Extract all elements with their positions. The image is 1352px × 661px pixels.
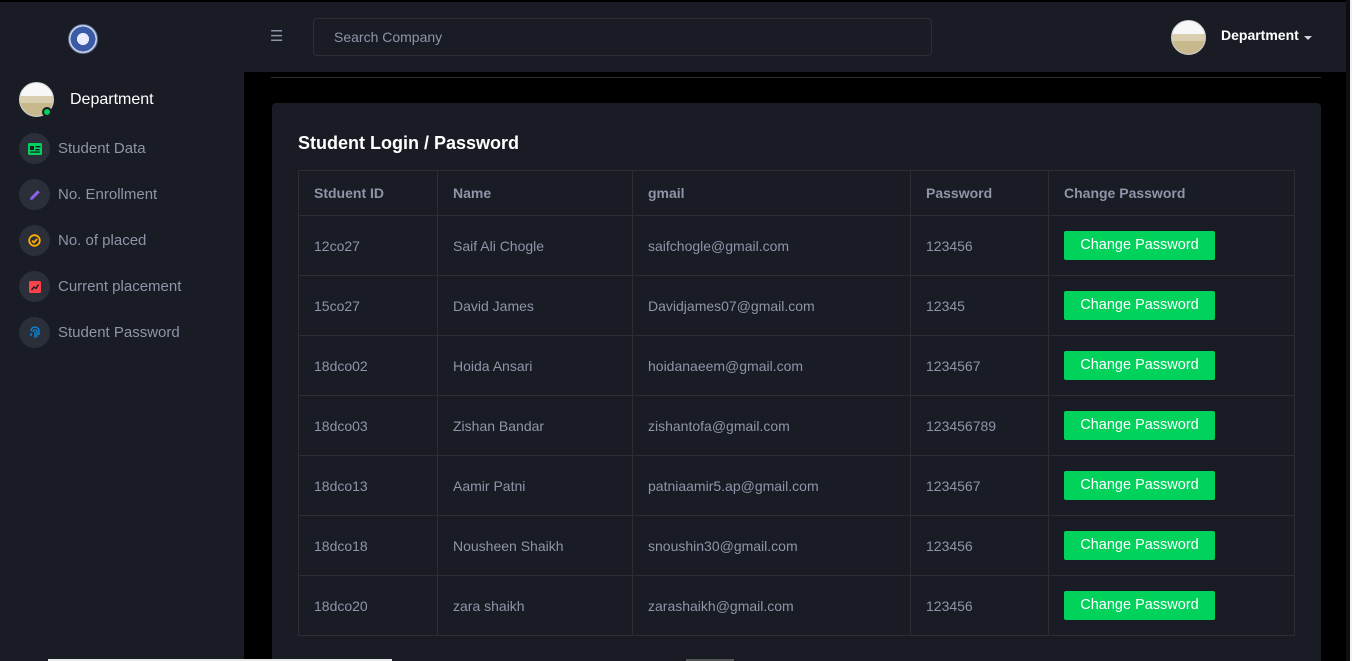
column-header: gmail [632,170,911,216]
password-cell: 12345 [910,275,1049,336]
action-cell: Change Password [1048,395,1295,456]
column-header: Password [910,170,1049,216]
pencil-icon [19,179,50,210]
sidebar-item-student-data[interactable]: Student Data [19,133,239,165]
sidebar-item-label: Student Password [58,324,180,341]
password-cell: 123456 [910,575,1049,636]
password-cell: 123456 [910,215,1049,276]
student-password-card: Student Login / Password Stduent ID Name… [272,103,1321,661]
gmail-cell: snoushin30@gmail.com [632,515,911,576]
card-title: Student Login / Password [298,133,520,153]
online-status-icon [42,107,52,117]
table-row: 18dco13 Aamir Patni patniaamir5.ap@gmail… [298,455,1295,516]
column-header: Name [437,170,633,216]
gmail-cell: zishantofa@gmail.com [632,395,911,456]
gmail-cell: Davidjames07@gmail.com [632,275,911,336]
table-row: 18dco20 zara shaikh zarashaikh@gmail.com… [298,575,1295,636]
gmail-cell: patniaamir5.ap@gmail.com [632,455,911,516]
gmail-cell: zarashaikh@gmail.com [632,575,911,636]
column-header: Change Password [1048,170,1295,216]
password-cell: 123456 [910,515,1049,576]
search-input[interactable] [313,18,932,56]
divider [271,77,1321,78]
sidebar: Department Student Data No. Enrollment N… [0,72,244,661]
action-cell: Change Password [1048,575,1295,636]
sidebar-item-enrollment[interactable]: No. Enrollment [19,179,239,211]
change-password-button[interactable]: Change Password [1064,351,1215,380]
change-password-button[interactable]: Change Password [1064,591,1215,620]
sidebar-item-label: Current placement [58,278,182,295]
name-cell: David James [437,275,633,336]
name-cell: Aamir Patni [437,455,633,516]
sidebar-item-label: Student Data [58,140,146,157]
sidebar-item-student-password[interactable]: Student Password [19,317,239,349]
table-row: 18dco03 Zishan Bandar zishantofa@gmail.c… [298,395,1295,456]
chart-box-icon [19,271,50,302]
student-id-cell: 15co27 [298,275,438,336]
profile-name: Department [70,91,154,108]
student-id-cell: 18dco13 [298,455,438,516]
caret-down-icon[interactable] [1304,36,1312,40]
user-menu-label[interactable]: Department [1221,27,1299,43]
hamburger-icon[interactable]: ☰ [270,28,283,46]
table-row: 12co27 Saif Ali Chogle saifchogle@gmail.… [298,215,1295,276]
table-header-row: Stduent ID Name gmail Password Change Pa… [298,170,1295,216]
top-navbar: ☰ Department [0,2,1352,72]
password-cell: 1234567 [910,455,1049,516]
student-id-cell: 18dco03 [298,395,438,456]
name-cell: Zishan Bandar [437,395,633,456]
table-row: 18dco18 Nousheen Shaikh snoushin30@gmail… [298,515,1295,576]
change-password-button[interactable]: Change Password [1064,471,1215,500]
check-circle-icon [19,225,50,256]
table-row: 15co27 David James Davidjames07@gmail.co… [298,275,1295,336]
action-cell: Change Password [1048,275,1295,336]
id-card-icon [19,133,50,164]
student-table: Stduent ID Name gmail Password Change Pa… [298,170,1295,636]
change-password-button[interactable]: Change Password [1064,291,1215,320]
change-password-button[interactable]: Change Password [1064,231,1215,260]
action-cell: Change Password [1048,215,1295,276]
avatar[interactable] [1171,20,1206,55]
student-id-cell: 18dco20 [298,575,438,636]
action-cell: Change Password [1048,335,1295,396]
main-content: Student Login / Password Stduent ID Name… [244,72,1346,661]
fingerprint-icon [19,317,50,348]
change-password-button[interactable]: Change Password [1064,411,1215,440]
action-cell: Change Password [1048,515,1295,576]
action-cell: Change Password [1048,455,1295,516]
student-id-cell: 18dco02 [298,335,438,396]
sidebar-item-label: No. Enrollment [58,186,158,203]
name-cell: Hoida Ansari [437,335,633,396]
student-id-cell: 18dco18 [298,515,438,576]
gmail-cell: hoidanaeem@gmail.com [632,335,911,396]
student-id-cell: 12co27 [298,215,438,276]
name-cell: Nousheen Shaikh [437,515,633,576]
password-cell: 123456789 [910,395,1049,456]
change-password-button[interactable]: Change Password [1064,531,1215,560]
sidebar-item-label: No. of placed [58,232,147,249]
gmail-cell: saifchogle@gmail.com [632,215,911,276]
college-logo-icon[interactable] [68,24,98,54]
table-row: 18dco02 Hoida Ansari hoidanaeem@gmail.co… [298,335,1295,396]
name-cell: zara shaikh [437,575,633,636]
password-cell: 1234567 [910,335,1049,396]
sidebar-item-placed[interactable]: No. of placed [19,225,239,257]
column-header: Stduent ID [298,170,438,216]
sidebar-item-current-placement[interactable]: Current placement [19,271,239,303]
name-cell: Saif Ali Chogle [437,215,633,276]
